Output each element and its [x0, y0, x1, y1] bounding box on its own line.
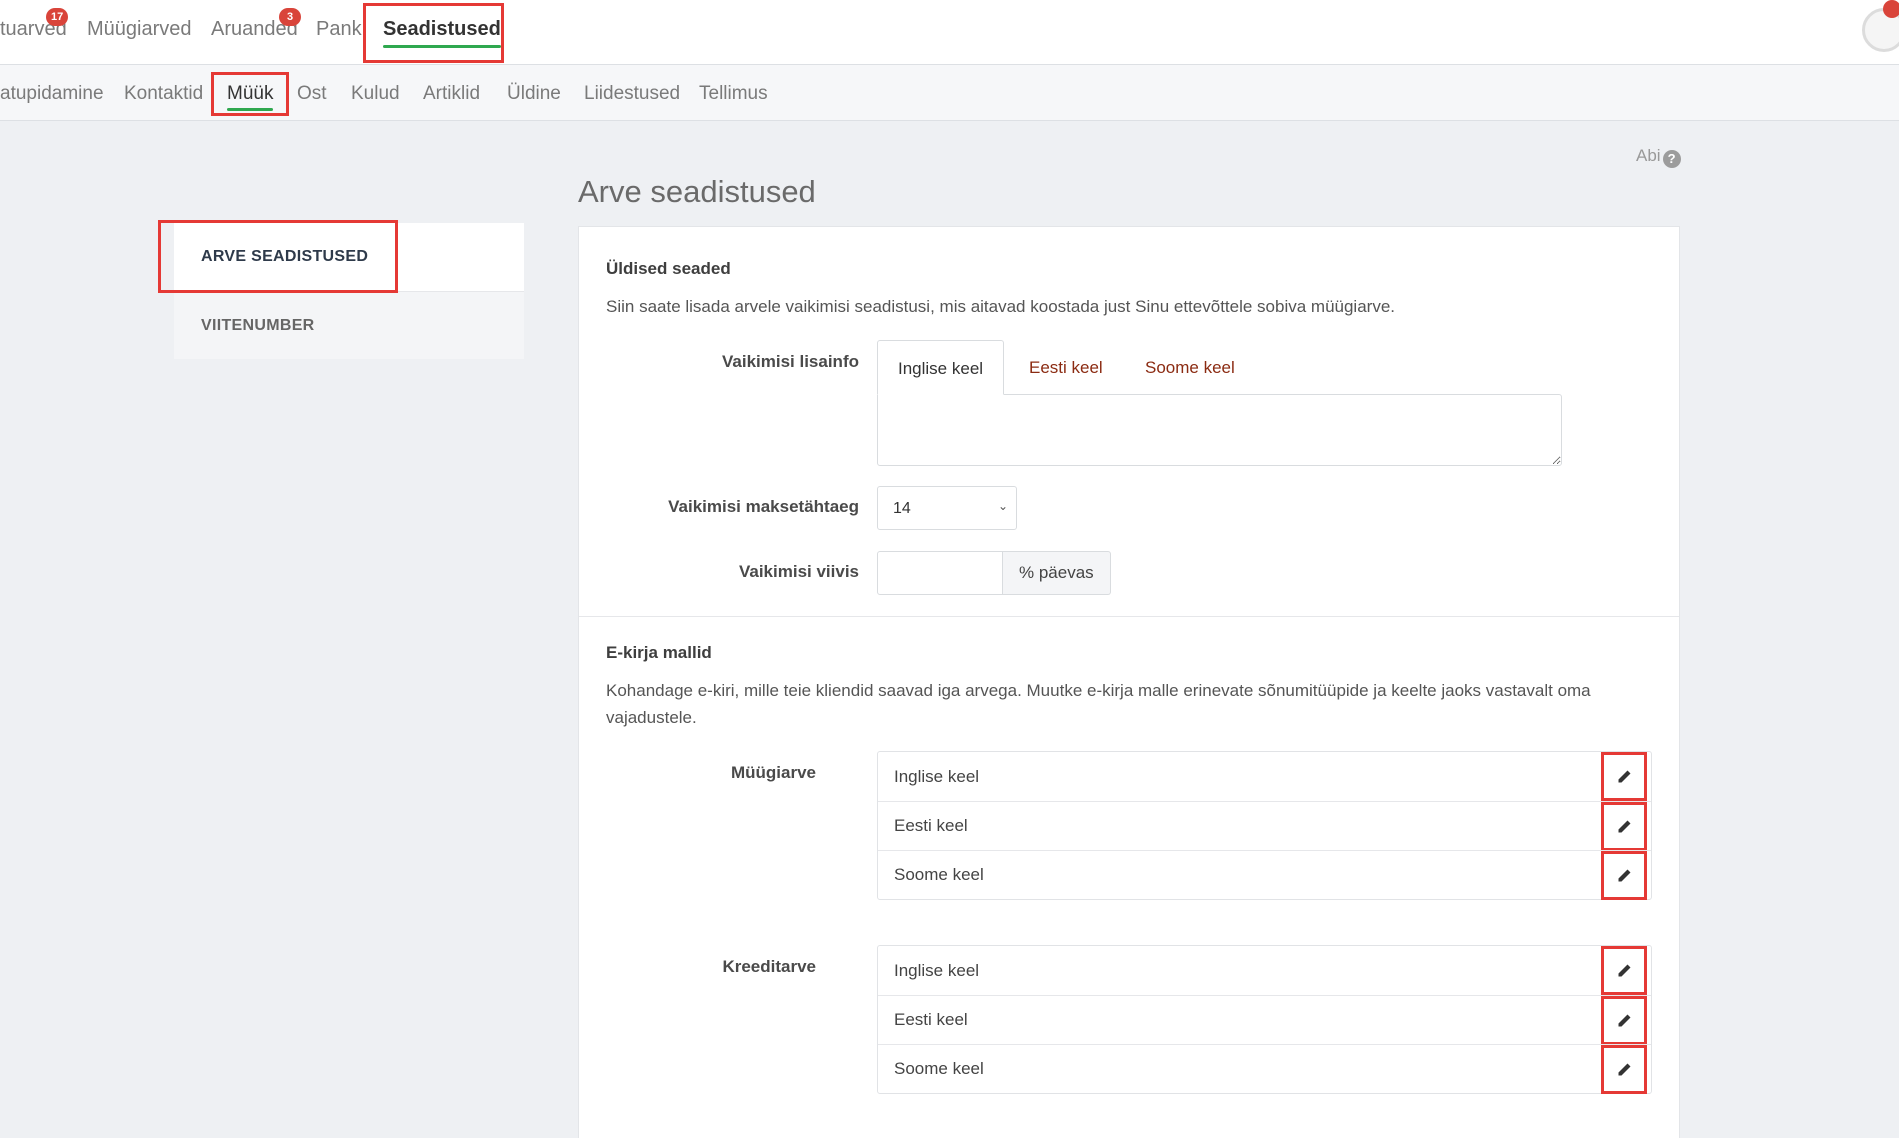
language-tabs: Inglise keel Eesti keel Soome keel	[877, 340, 1562, 480]
highlight-box	[1601, 752, 1647, 801]
credit-invoice-label: Kreeditarve	[722, 957, 816, 976]
email-section-title: E-kirja mallid	[606, 643, 712, 662]
penalty-input-group: % päevas	[877, 551, 1111, 595]
highlight-box	[158, 220, 398, 293]
credit-invoice-templates: Inglise keel Eesti keel Soome keel	[877, 945, 1652, 1094]
highlight-box	[363, 3, 504, 63]
subnav-item-ost[interactable]: Ost	[297, 83, 327, 105]
penalty-input[interactable]	[877, 551, 1003, 595]
tab-inglise-keel[interactable]: Inglise keel	[877, 340, 1005, 395]
template-language: Inglise keel	[894, 960, 980, 980]
penalty-label: Vaikimisi viivis	[738, 562, 859, 581]
notification-badge	[1883, 0, 1899, 18]
highlight-box	[1601, 996, 1647, 1045]
template-row: Eesti keel	[878, 995, 1651, 1045]
email-section-description: Kohandage e-kiri, mille teie kliendid sa…	[606, 681, 1591, 727]
subnav-item-tellimus[interactable]: Tellimus	[699, 83, 768, 105]
template-row: Inglise keel	[878, 752, 1651, 801]
sub-navigation: atupidamine Kontaktid Müük Ost Kulud Art…	[0, 65, 1899, 121]
subnav-item-kulud[interactable]: Kulud	[351, 83, 400, 105]
topnav-item-ostuarved[interactable]: tuarved 17	[0, 8, 69, 41]
subnav-item-kontaktid[interactable]: Kontaktid	[124, 83, 203, 105]
template-row: Eesti keel	[878, 801, 1651, 851]
highlight-box	[1601, 1045, 1647, 1094]
highlight-box	[1601, 946, 1647, 995]
page-title: Arve seadistused	[578, 174, 816, 209]
template-row: Soome keel	[878, 1044, 1651, 1094]
subnav-item-liidestused[interactable]: Liidestused	[584, 83, 680, 105]
section-divider	[579, 616, 1679, 617]
side-item-viitenumber[interactable]: VIITENUMBER	[174, 291, 524, 359]
help-link[interactable]: Abi?	[1636, 146, 1681, 168]
template-row: Inglise keel	[878, 946, 1651, 995]
template-language: Inglise keel	[894, 766, 980, 786]
due-date-select[interactable]: 14 ⌄	[877, 486, 1017, 530]
topnav-item-aruanded[interactable]: Aruanded 3	[211, 8, 301, 41]
highlight-box	[1601, 851, 1647, 900]
general-section-title: Üldised seaded	[606, 259, 731, 278]
topnav-item-pank[interactable]: Pank	[316, 18, 362, 41]
template-language: Soome keel	[894, 1059, 984, 1078]
template-language: Eesti keel	[894, 1010, 968, 1029]
subnav-item-artiklid[interactable]: Artiklid	[423, 83, 480, 105]
count-badge: 17	[46, 8, 69, 26]
topnav-label: Müügiarved	[87, 18, 192, 40]
subnav-item-uldine[interactable]: Üldine	[507, 83, 561, 105]
top-navigation: tuarved 17 Müügiarved Aruanded 3 Pank Se…	[0, 0, 1899, 65]
template-language: Eesti keel	[894, 816, 968, 835]
highlight-box	[211, 72, 289, 116]
chevron-down-icon: ⌄	[997, 499, 1008, 513]
topnav-label: Pank	[316, 18, 362, 40]
highlight-box	[1601, 802, 1647, 851]
help-label: Abi	[1636, 146, 1661, 165]
tab-eesti-keel[interactable]: Eesti keel	[1029, 340, 1103, 395]
topnav-item-muugiarved[interactable]: Müügiarved	[87, 18, 192, 41]
sales-invoice-label: Müügiarve	[730, 763, 816, 782]
default-info-label: Vaikimisi lisainfo	[721, 352, 859, 371]
default-info-textarea[interactable]	[877, 394, 1562, 466]
due-date-label: Vaikimisi maksetähtaeg	[668, 497, 859, 516]
sales-invoice-templates: Inglise keel Eesti keel Soome keel	[877, 751, 1652, 900]
template-row: Soome keel	[878, 850, 1651, 900]
subnav-item-raamatupidamine[interactable]: atupidamine	[0, 83, 104, 105]
due-date-value: 14	[893, 500, 911, 517]
general-section-description: Siin saate lisada arvele vaikimisi seadi…	[606, 297, 1396, 316]
tab-soome-keel[interactable]: Soome keel	[1145, 340, 1235, 395]
question-icon: ?	[1662, 150, 1681, 168]
count-badge: 3	[279, 8, 301, 26]
template-language: Soome keel	[894, 865, 984, 884]
penalty-unit: % päevas	[1003, 551, 1111, 595]
settings-card: Üldised seaded Siin saate lisada arvele …	[578, 226, 1680, 1138]
